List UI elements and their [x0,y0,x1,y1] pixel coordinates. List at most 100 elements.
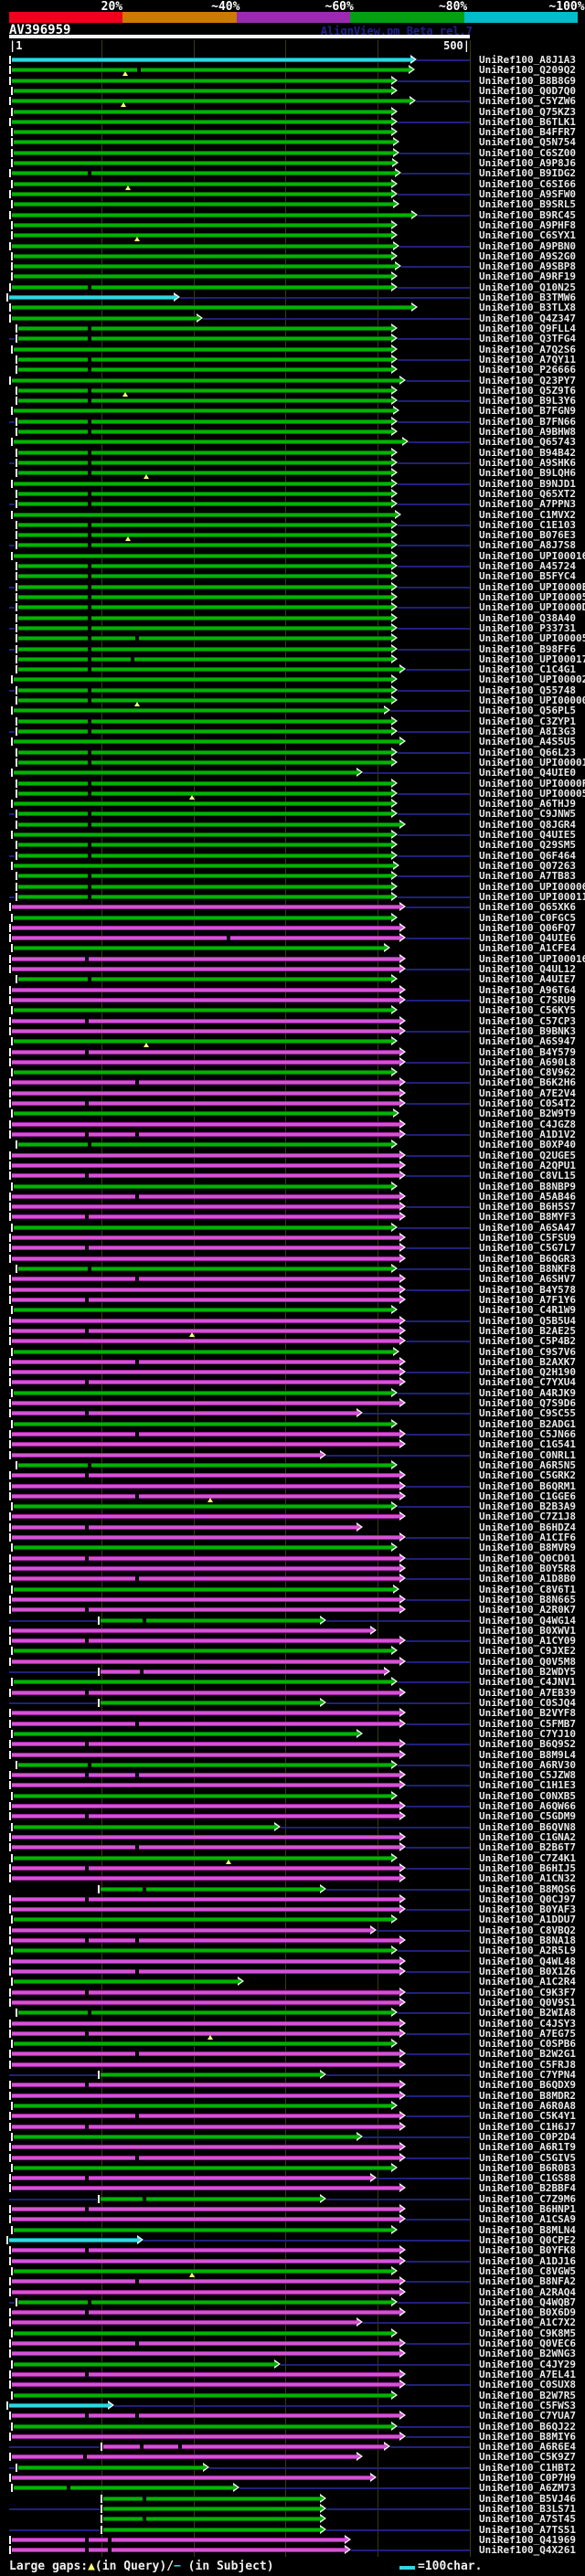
hit-label[interactable]: UniRef100_Q66L23 [479,747,585,758]
hit-label[interactable]: UniRef100_C9JNW5 [479,809,585,819]
hit-label[interactable]: UniRef100_Q65XT2 [479,489,585,499]
hit-label[interactable]: UniRef100_B8MIY6 [479,2432,585,2442]
hit-label[interactable]: UniRef100_UPI0000E2C1 [479,582,585,592]
hit-label[interactable]: UniRef100_Q4WL48 [479,1956,585,1966]
hit-label[interactable]: UniRef100_A7TB83 [479,871,585,881]
hit-label[interactable]: UniRef100_Q0CJ97 [479,1894,585,1904]
hit-label[interactable]: UniRef100_C0NXB5 [479,1791,585,1801]
hit-label[interactable]: UniRef100_C1H1E3 [479,1780,585,1790]
hit-label[interactable]: UniRef100_C7Z4K1 [479,1853,585,1863]
hit-label[interactable]: UniRef100_C5GRK2 [479,1470,585,1480]
hit-label[interactable]: UniRef100_Q65743 [479,437,585,447]
hit-label[interactable]: UniRef100_C1HBT2 [479,2463,585,2473]
hit-label[interactable]: UniRef100_B5VJ46 [479,2494,585,2504]
hit-label[interactable]: UniRef100_UPI00001B6F [479,758,585,768]
hit-label[interactable]: UniRef100_C7SRU9 [479,995,585,1005]
hit-label[interactable]: UniRef100_C5FWS3 [479,2401,585,2411]
hit-label[interactable]: UniRef100_B4FFR7 [479,127,585,137]
hit-label[interactable]: UniRef100_Q10N25 [479,282,585,292]
hit-label[interactable]: UniRef100_UPI0000F21A [479,779,585,789]
hit-label[interactable]: UniRef100_A2R5L9 [479,1945,585,1956]
hit-label[interactable]: UniRef100_C4JSY3 [479,2019,585,2029]
hit-label[interactable]: UniRef100_Q65XK6 [479,902,585,912]
hit-label[interactable]: UniRef100_B6H5S7 [479,1202,585,1212]
hit-label[interactable]: UniRef100_A6SA47 [479,1223,585,1233]
hit-label[interactable]: UniRef100_Q2H190 [479,1367,585,1377]
hit-label[interactable]: UniRef100_B6HIJ5 [479,1863,585,1873]
hit-label[interactable]: UniRef100_B9LQH6 [479,468,585,478]
hit-label[interactable]: UniRef100_B6K2H6 [479,1077,585,1087]
hit-label[interactable]: UniRef100_B3TMW6 [479,292,585,302]
hit-label[interactable]: UniRef100_B0XP40 [479,1140,585,1150]
hit-label[interactable]: UniRef100_B9RC45 [479,210,585,220]
hit-label[interactable]: UniRef100_A9S2G0 [479,251,585,261]
hit-label[interactable]: UniRef100_C1GGE6 [479,1491,585,1501]
hit-label[interactable]: UniRef100_C5JZW8 [479,1770,585,1780]
hit-label[interactable]: UniRef100_A7EB39 [479,1688,585,1698]
hit-label[interactable]: UniRef100_B2WIA8 [479,2008,585,2018]
hit-label[interactable]: UniRef100_B6HDZ4 [479,1522,585,1532]
hit-label[interactable]: UniRef100_C0SUX8 [479,2380,585,2390]
hit-label[interactable]: UniRef100_C9SC55 [479,1408,585,1418]
hit-label[interactable]: UniRef100_B2BBF4 [479,2183,585,2193]
hit-label[interactable]: UniRef100_A6R0A8 [479,2101,585,2111]
hit-label[interactable]: UniRef100_A2R0K7 [479,1605,585,1615]
hit-label[interactable]: UniRef100_B2AXK7 [479,1357,585,1367]
hit-label[interactable]: UniRef100_C5FMB7 [479,1719,585,1729]
hit-label[interactable]: UniRef100_B9NJD1 [479,479,585,489]
hit-label[interactable]: UniRef100_C0SPB6 [479,2039,585,2049]
hit-label[interactable]: UniRef100_UPI0001792E [479,654,585,664]
hit-label[interactable]: UniRef100_C6SYX1 [479,230,585,240]
hit-label[interactable]: UniRef100_UPI00002AB4 [479,674,585,684]
hit-label[interactable]: UniRef100_Q38A40 [479,613,585,623]
hit-label[interactable]: UniRef100_Q4X261 [479,2545,585,2555]
hit-label[interactable]: UniRef100_C57CP3 [479,1016,585,1026]
hit-label[interactable]: UniRef100_B3TLX8 [479,302,585,313]
hit-label[interactable]: UniRef100_C5K9Z7 [479,2452,585,2462]
hit-label[interactable]: UniRef100_A4UIE7 [479,974,585,984]
hit-label[interactable]: UniRef100_UPI0000048D [479,695,585,705]
hit-label[interactable]: UniRef100_B7FGN9 [479,406,585,416]
hit-label[interactable]: UniRef100_Q7S9D6 [479,1398,585,1408]
hit-label[interactable]: UniRef100_A6S947 [479,1036,585,1046]
hit-label[interactable]: UniRef100_A7ST45 [479,2514,585,2524]
hit-label[interactable]: UniRef100_A6R6E4 [479,2442,585,2452]
hit-label[interactable]: UniRef100_UPI00016E32 [479,551,585,561]
hit-label[interactable]: UniRef100_C5JN66 [479,1429,585,1439]
hit-label[interactable]: UniRef100_B9SRL5 [479,199,585,209]
hit-label[interactable]: UniRef100_Q4UIE0 [479,768,585,778]
hit-label[interactable]: UniRef100_Q4UL12 [479,964,585,974]
hit-label[interactable]: UniRef100_Q4WQB7 [479,2297,585,2307]
hit-label[interactable]: UniRef100_C4R1W9 [479,1305,585,1315]
hit-label[interactable]: UniRef100_C7YJ10 [479,1729,585,1739]
hit-label[interactable]: UniRef100_B0YAF3 [479,1904,585,1914]
hit-label[interactable]: UniRef100_C9K8M5 [479,2328,585,2338]
hit-label[interactable]: UniRef100_A690L8 [479,1057,585,1067]
hit-label[interactable]: UniRef100_Q6F464 [479,851,585,861]
hit-label[interactable]: UniRef100_C1H6J7 [479,2122,585,2132]
hit-label[interactable]: UniRef100_C7YXU4 [479,1377,585,1387]
hit-label[interactable]: UniRef100_A9PBN0 [479,241,585,251]
hit-label[interactable]: UniRef100_Q3TFG4 [479,334,585,344]
hit-label[interactable]: UniRef100_B2VYF8 [479,1708,585,1718]
hit-label[interactable]: UniRef100_B2WDY5 [479,1667,585,1677]
hit-label[interactable]: UniRef100_P26666 [479,365,585,375]
hit-label[interactable]: UniRef100_A6R5N5 [479,1460,585,1470]
hit-label[interactable]: UniRef100_A96T64 [479,985,585,995]
hit-label[interactable]: UniRef100_C0SJQ4 [479,1698,585,1708]
hit-label[interactable]: UniRef100_B6R0B3 [479,2163,585,2173]
hit-label[interactable]: UniRef100_A7F1Y6 [479,1295,585,1305]
hit-label[interactable]: UniRef100_UPI0000D9A4 [479,602,585,612]
hit-label[interactable]: UniRef100_B8NKF8 [479,1264,585,1274]
hit-label[interactable]: UniRef100_C4JY29 [479,2359,585,2369]
hit-label[interactable]: UniRef100_Q209Q2 [479,65,585,75]
hit-label[interactable]: UniRef100_C7Z1J8 [479,1511,585,1521]
hit-label[interactable]: UniRef100_A6THJ9 [479,799,585,809]
hit-label[interactable]: UniRef100_Q29SM5 [479,840,585,850]
hit-label[interactable]: UniRef100_A4RJK9 [479,1388,585,1398]
hit-label[interactable]: UniRef100_C0P2D4 [479,2132,585,2142]
hit-label[interactable]: UniRef100_C5G7L7 [479,1243,585,1253]
hit-label[interactable]: UniRef100_A1CY09 [479,1636,585,1646]
hit-label[interactable]: UniRef100_B6QDX9 [479,2080,585,2090]
hit-label[interactable]: UniRef100_C5K4Y1 [479,2111,585,2121]
